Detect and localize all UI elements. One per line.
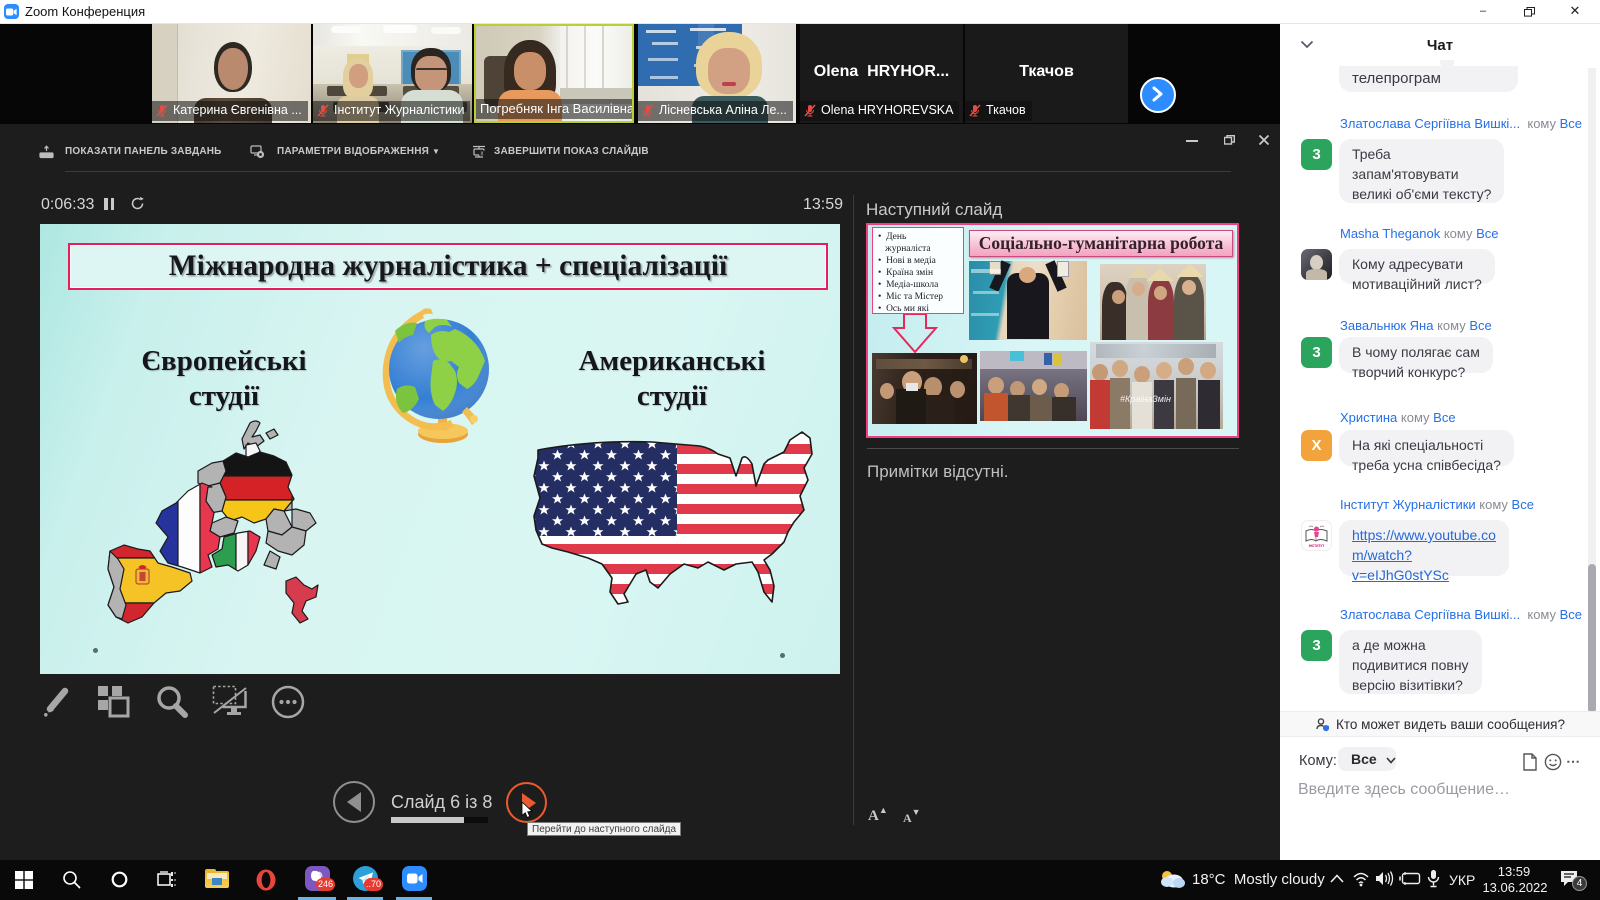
svg-text:ІНСТИТУТ: ІНСТИТУТ [1309, 544, 1325, 548]
svg-text:x: x [481, 151, 484, 157]
